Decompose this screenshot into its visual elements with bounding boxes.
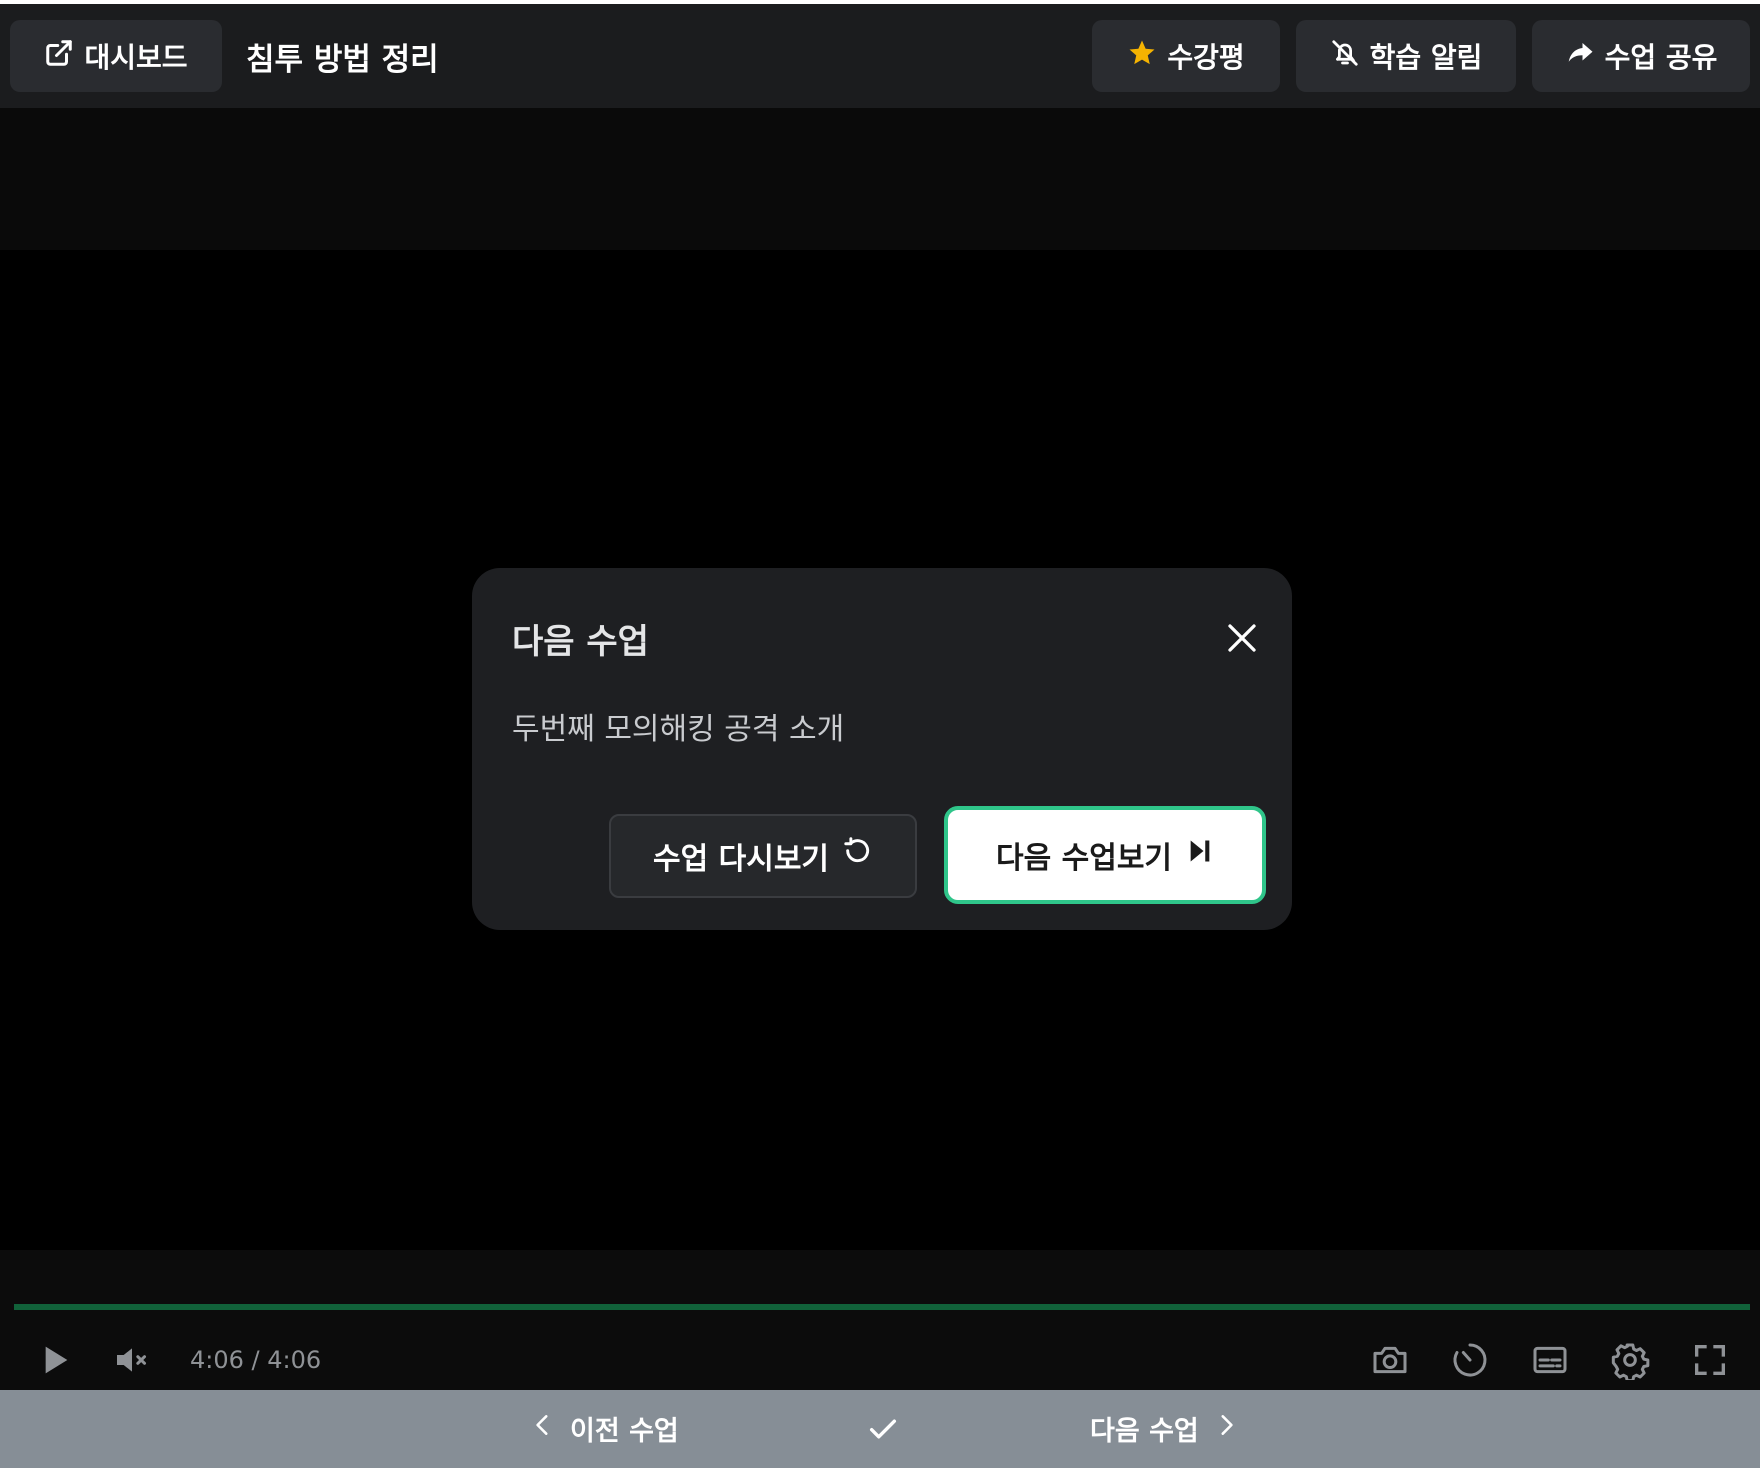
skip-next-icon: [1186, 837, 1214, 873]
modal-title: 다음 수업: [512, 622, 649, 662]
replay-icon: [841, 836, 873, 876]
time-display: 4:06 / 4:06: [190, 1346, 322, 1374]
next-lesson-name: 두번째 모의해킹 공격 소개: [512, 712, 845, 747]
subtitles-icon[interactable]: [1530, 1340, 1570, 1380]
replay-lesson-button[interactable]: 수업 다시보기: [609, 814, 917, 898]
next-lesson-nav-label: 다음 수업: [1090, 1415, 1199, 1447]
close-icon[interactable]: [1224, 620, 1260, 656]
next-lesson-button[interactable]: 다음 수업보기: [944, 806, 1266, 904]
share-arrow-icon: [1565, 38, 1595, 75]
previous-lesson-label: 이전 수업: [570, 1415, 679, 1447]
next-label: 다음 수업보기: [995, 841, 1173, 876]
lecture-player-page: 대시보드 침투 방법 정리 수강평 학습 알림 수업 공유 다음 수업 두번째 …: [0, 0, 1760, 1468]
lesson-navigation: 이전 수업 다음 수업: [0, 1390, 1760, 1468]
chevron-left-icon: [530, 1412, 556, 1445]
lecture-title: 침투 방법 정리: [246, 41, 439, 78]
fullscreen-icon[interactable]: [1690, 1340, 1730, 1380]
review-label: 수강평: [1167, 41, 1245, 74]
next-lesson-modal: 다음 수업 두번째 모의해킹 공격 소개 수업 다시보기 다음 수업보기: [472, 568, 1292, 930]
dashboard-label: 대시보드: [84, 41, 188, 74]
external-link-icon: [44, 38, 74, 75]
notify-label: 학습 알림: [1369, 41, 1483, 74]
player-controls: 4:06 / 4:06: [0, 1250, 1760, 1390]
top-bar: 대시보드 침투 방법 정리 수강평 학습 알림 수업 공유: [0, 0, 1760, 108]
replay-label: 수업 다시보기: [652, 842, 830, 877]
study-notification-button[interactable]: 학습 알림: [1296, 20, 1516, 92]
progress-bar[interactable]: [14, 1304, 1750, 1310]
review-button[interactable]: 수강평: [1092, 20, 1280, 92]
star-icon: [1127, 38, 1157, 75]
speed-timer-icon[interactable]: [1450, 1340, 1490, 1380]
volume-muted-icon[interactable]: [112, 1340, 152, 1380]
previous-lesson-button[interactable]: 이전 수업: [530, 1402, 679, 1454]
share-button[interactable]: 수업 공유: [1532, 20, 1750, 92]
share-label: 수업 공유: [1604, 41, 1718, 74]
play-icon[interactable]: [34, 1340, 74, 1380]
camera-icon[interactable]: [1370, 1340, 1410, 1380]
video-top-area: [0, 108, 1760, 250]
control-row: 4:06 / 4:06: [0, 1330, 1760, 1390]
settings-gear-icon[interactable]: [1610, 1340, 1650, 1383]
topbar-actions: 수강평 학습 알림 수업 공유: [1092, 20, 1750, 92]
bell-off-icon: [1330, 38, 1360, 75]
complete-check-icon[interactable]: [866, 1412, 900, 1446]
chevron-right-icon: [1213, 1412, 1239, 1445]
next-lesson-nav-button[interactable]: 다음 수업: [1090, 1402, 1239, 1454]
dashboard-button[interactable]: 대시보드: [10, 20, 222, 92]
progress-fill: [14, 1304, 1750, 1310]
